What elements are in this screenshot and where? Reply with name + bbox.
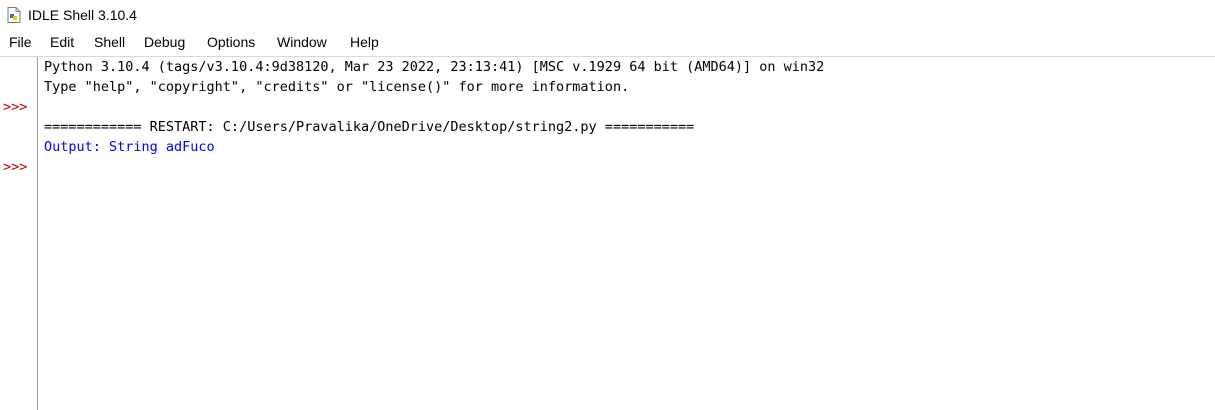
menu-file[interactable]: File	[9, 33, 32, 51]
menu-edit[interactable]: Edit	[50, 33, 74, 51]
prompt-gutter: >>> >>>	[0, 57, 38, 410]
python-file-icon	[7, 7, 21, 23]
menu-bar: File Edit Shell Debug Options Window Hel…	[0, 30, 1215, 54]
shell-prompt: >>>	[3, 159, 28, 175]
program-output-line: Output: String adFuco	[44, 139, 215, 155]
shell-editor[interactable]: >>> >>> Python 3.10.4 (tags/v3.10.4:9d38…	[0, 56, 1215, 410]
shell-output-area[interactable]: Python 3.10.4 (tags/v3.10.4:9d38120, Mar…	[44, 57, 1209, 410]
restart-line: ============ RESTART: C:/Users/Pravalika…	[44, 119, 695, 135]
menu-options[interactable]: Options	[207, 33, 255, 51]
menu-debug[interactable]: Debug	[144, 33, 185, 51]
menu-window[interactable]: Window	[277, 33, 327, 51]
banner-line: Python 3.10.4 (tags/v3.10.4:9d38120, Mar…	[44, 59, 825, 75]
shell-prompt: >>>	[3, 99, 28, 115]
menu-help[interactable]: Help	[350, 33, 379, 51]
help-hint-line: Type "help", "copyright", "credits" or "…	[44, 79, 630, 95]
window-title: IDLE Shell 3.10.4	[28, 7, 137, 23]
menu-shell[interactable]: Shell	[94, 33, 125, 51]
title-bar: IDLE Shell 3.10.4	[0, 0, 1215, 30]
